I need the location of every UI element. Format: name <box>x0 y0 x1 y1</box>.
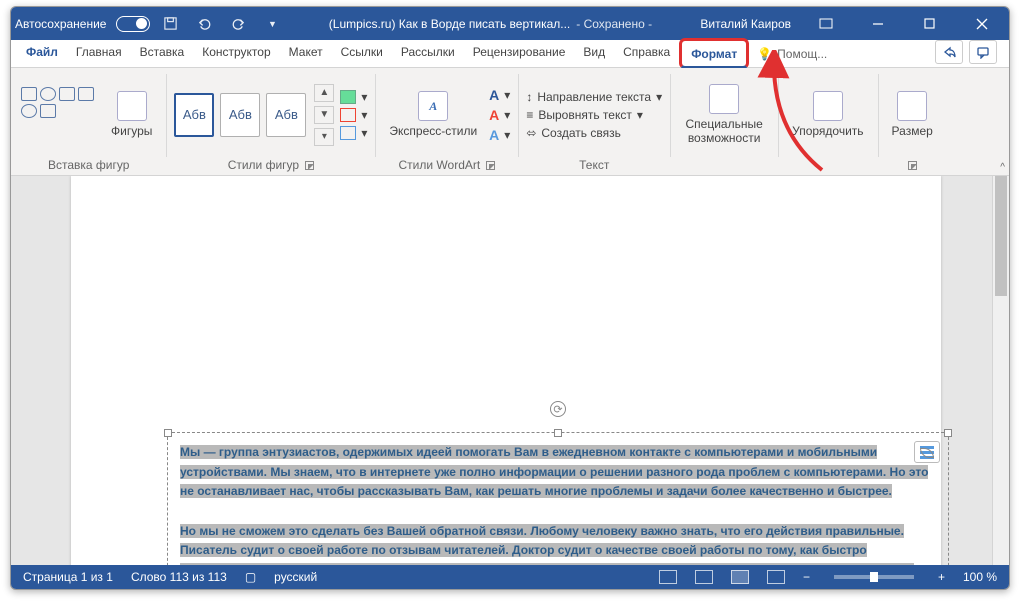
autosave-toggle[interactable] <box>116 16 150 32</box>
group-label-text: Текст <box>579 158 609 172</box>
tab-file[interactable]: Файл <box>17 40 67 67</box>
minimize-icon[interactable] <box>855 7 901 40</box>
shapes-gallery[interactable] <box>19 85 99 145</box>
spell-check-icon[interactable]: ▢ <box>245 570 256 584</box>
size-button[interactable]: Размер <box>886 87 939 142</box>
rotate-handle[interactable]: ⟳ <box>550 401 566 417</box>
language-status[interactable]: русский <box>274 570 317 584</box>
text-effects[interactable]: A▾ <box>489 127 510 143</box>
bulb-icon: 💡 <box>757 47 772 61</box>
gallery-down-icon[interactable]: ▼ <box>314 106 334 124</box>
shape-effects[interactable]: ▾ <box>340 126 367 140</box>
gallery-up-icon[interactable]: ▲ <box>314 84 334 102</box>
dialog-launcher-icon[interactable] <box>486 161 495 170</box>
scroll-thumb[interactable] <box>995 176 1007 296</box>
text-fill[interactable]: A▾ <box>489 87 510 103</box>
zoom-slider[interactable] <box>834 575 914 579</box>
shape-fill[interactable]: ▾ <box>340 90 367 104</box>
tab-format[interactable]: Формат <box>679 38 749 69</box>
size-icon <box>897 91 927 121</box>
zoom-level[interactable]: 100 % <box>963 570 997 584</box>
accessibility-button[interactable]: Специальные возможности <box>678 80 770 149</box>
shape-style-3[interactable]: Абв <box>266 93 306 137</box>
tab-help[interactable]: Справка <box>614 40 679 67</box>
zoom-in-icon[interactable]: + <box>938 570 945 584</box>
group-arrange: Упорядочить <box>778 68 877 175</box>
dialog-launcher-icon[interactable] <box>305 161 314 170</box>
word-count[interactable]: Слово 113 из 113 <box>131 570 227 584</box>
statusbar: Страница 1 из 1 Слово 113 из 113 ▢ русск… <box>11 565 1009 589</box>
shapes-button[interactable]: Фигуры <box>105 87 158 142</box>
group-text: ↕Направление текста ▾ ≡Выровнять текст ▾… <box>518 68 670 175</box>
shapes-icon <box>117 91 147 121</box>
gallery-more-icon[interactable]: ▾ <box>314 128 334 146</box>
word-window: Автосохранение ▼ (Lumpics.ru) Как в Ворд… <box>10 6 1010 590</box>
document-title: (Lumpics.ru) Как в Ворде писать вертикал… <box>292 17 688 31</box>
zoom-out-icon[interactable]: − <box>803 570 810 584</box>
group-accessibility: Специальные возможности <box>670 68 778 175</box>
ribbon-display-icon[interactable] <box>803 7 849 40</box>
focus-mode-icon[interactable] <box>659 570 677 584</box>
save-icon[interactable] <box>156 10 184 38</box>
tab-layout[interactable]: Макет <box>280 40 332 67</box>
comments-icon[interactable] <box>969 40 997 64</box>
text-outline[interactable]: A▾ <box>489 107 510 123</box>
paragraph-1: Мы — группа энтузиастов, одержимых идеей… <box>180 445 928 498</box>
autosave-label: Автосохранение <box>15 17 106 31</box>
paragraph-2: Но мы не сможем это сделать без Вашей об… <box>180 524 914 565</box>
web-layout-icon[interactable] <box>767 570 785 584</box>
group-label-wordart: Стили WordArt <box>399 158 481 172</box>
group-shape-styles: Абв Абв Абв ▲ ▼ ▾ ▾ ▾ ▾ Стили фигур <box>166 68 375 175</box>
print-layout-icon[interactable] <box>731 570 749 584</box>
document-area[interactable]: ⟳ Мы — группа энтузиастов, одержимых иде… <box>11 176 1009 565</box>
collapse-ribbon-icon[interactable]: ^ <box>1000 162 1005 173</box>
titlebar: Автосохранение ▼ (Lumpics.ru) Как в Ворд… <box>11 7 1009 40</box>
share-icon[interactable] <box>935 40 963 64</box>
text-box[interactable]: ⟳ Мы — группа энтузиастов, одержимых иде… <box>167 432 949 565</box>
resize-handle[interactable] <box>554 429 562 437</box>
tab-view[interactable]: Вид <box>574 40 614 67</box>
resize-handle[interactable] <box>164 429 172 437</box>
redo-icon[interactable] <box>224 10 252 38</box>
tab-review[interactable]: Рецензирование <box>464 40 575 67</box>
resize-handle[interactable] <box>944 429 952 437</box>
page-status[interactable]: Страница 1 из 1 <box>23 570 113 584</box>
create-link-button[interactable]: ⬄Создать связь <box>526 126 662 140</box>
tell-me[interactable]: 💡Помощ... <box>757 40 827 67</box>
group-wordart-styles: AЭкспресс-стили A▾ A▾ A▾ Стили WordArt <box>375 68 518 175</box>
arrange-icon <box>813 91 843 121</box>
shape-outline[interactable]: ▾ <box>340 108 367 122</box>
accessibility-icon <box>709 84 739 114</box>
arrange-button[interactable]: Упорядочить <box>786 87 869 142</box>
tab-insert[interactable]: Вставка <box>131 40 194 67</box>
user-name[interactable]: Виталий Каиров <box>700 17 791 31</box>
shape-style-1[interactable]: Абв <box>174 93 214 137</box>
tab-home[interactable]: Главная <box>67 40 131 67</box>
align-text-button[interactable]: ≡Выровнять текст ▾ <box>526 108 662 122</box>
tab-references[interactable]: Ссылки <box>332 40 392 67</box>
qat-dropdown-icon[interactable]: ▼ <box>258 10 286 38</box>
link-icon: ⬄ <box>526 126 536 140</box>
layout-options-icon[interactable] <box>914 441 940 463</box>
wordart-styles-button[interactable]: AЭкспресс-стили <box>383 87 483 142</box>
group-label-insert-shapes: Вставка фигур <box>48 158 129 172</box>
group-insert-shapes: Фигуры Вставка фигур <box>11 68 166 175</box>
undo-icon[interactable] <box>190 10 218 38</box>
vertical-scrollbar[interactable] <box>992 176 1009 565</box>
text-direction-button[interactable]: ↕Направление текста ▾ <box>526 90 662 104</box>
dialog-launcher-icon[interactable] <box>908 161 917 170</box>
maximize-icon[interactable] <box>907 7 953 40</box>
group-size: Размер <box>878 68 947 175</box>
read-mode-icon[interactable] <box>695 570 713 584</box>
ribbon: Фигуры Вставка фигур Абв Абв Абв ▲ ▼ ▾ ▾… <box>11 68 1009 176</box>
align-text-icon: ≡ <box>526 108 533 122</box>
text-direction-icon: ↕ <box>526 90 532 104</box>
tab-design[interactable]: Конструктор <box>193 40 279 67</box>
close-icon[interactable] <box>959 7 1005 40</box>
tab-mailings[interactable]: Рассылки <box>392 40 464 67</box>
group-label-shape-styles: Стили фигур <box>228 158 299 172</box>
ribbon-tabs: Файл Главная Вставка Конструктор Макет С… <box>11 40 1009 68</box>
shape-style-2[interactable]: Абв <box>220 93 260 137</box>
